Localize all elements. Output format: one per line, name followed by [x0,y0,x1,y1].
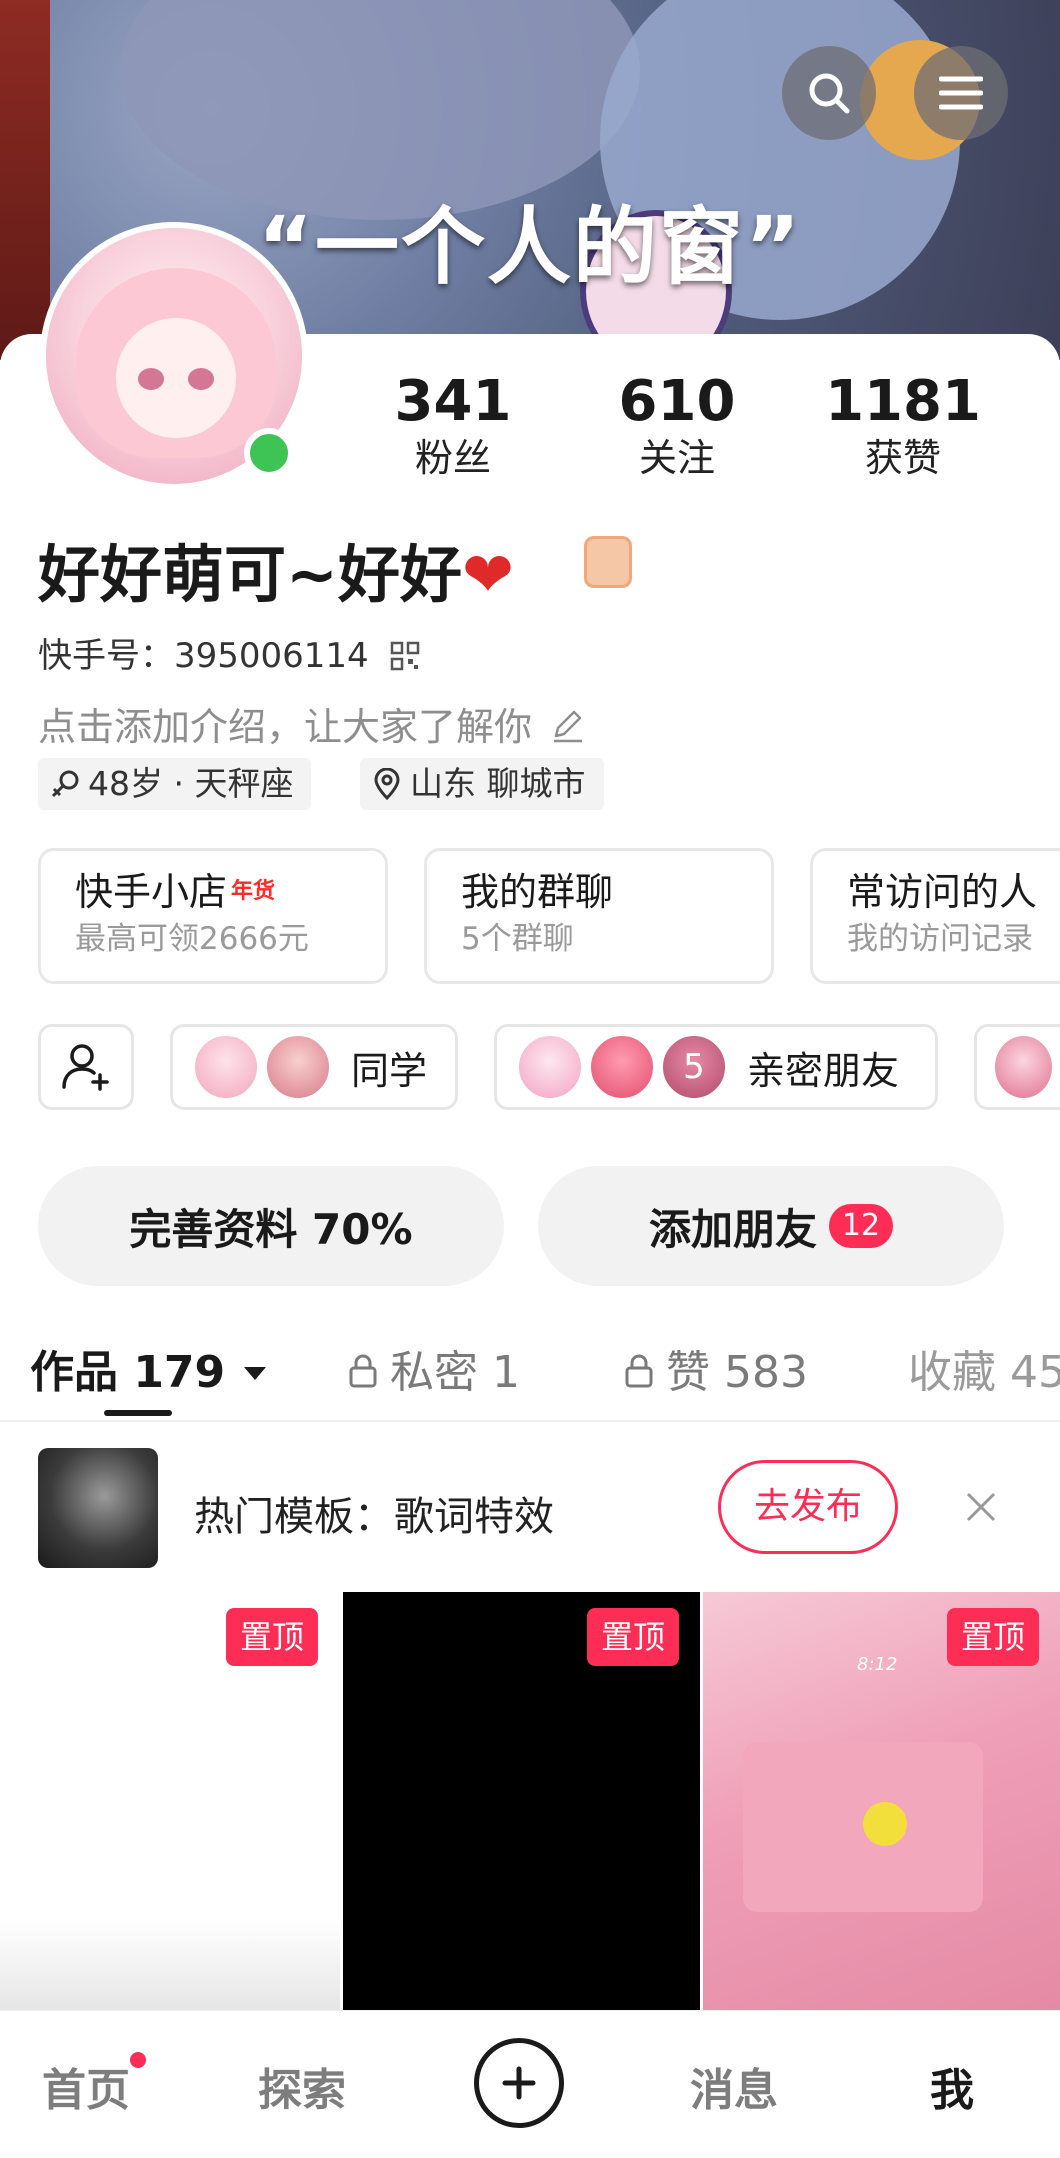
friend-count-avatar: 5 [661,1034,727,1100]
friend-group-label: 同学 [351,1048,428,1093]
nickname[interactable]: 好好萌可~好好❤ [38,524,514,614]
tab-works[interactable]: 作品 179 [30,1336,269,1400]
tab-liked[interactable]: 赞 583 [624,1336,808,1400]
location-pin-icon [374,768,400,800]
followers-count: 341 [394,369,512,434]
tab-liked-label: 赞 583 [666,1347,808,1398]
age-tag-text: 48岁 · 天秤座 [88,764,294,803]
publish-button[interactable]: 去发布 [718,1460,898,1554]
following-stat[interactable]: 610 关注 [582,370,772,482]
friend-group-more[interactable] [974,1024,1060,1110]
group-chat-card[interactable]: 我的群聊 5个群聊 [424,848,774,984]
video-thumbnail[interactable]: 置顶 [0,1592,340,2010]
video-timestamp: 8:12 [857,1654,898,1675]
tab-private-label: 私密 1 [390,1347,520,1398]
avatar [517,1034,583,1100]
medal-badge-icon[interactable] [584,536,632,588]
complete-profile-button[interactable]: 完善资料 70% [38,1166,504,1286]
edit-icon [554,710,583,743]
video-thumbnail[interactable]: 置顶 [343,1592,700,2010]
pinned-badge: 置顶 [587,1608,680,1666]
promo-text: 热门模板：歌词特效 [194,1494,554,1540]
tab-favorites-label: 收藏 45 [908,1347,1060,1398]
complete-profile-label: 完善资料 70% [129,1204,413,1254]
plus-icon [502,2066,536,2100]
bio-text: 点击添加介绍，让大家了解你 [38,705,533,749]
menu-button[interactable] [914,46,1008,140]
heart-icon: ❤ [461,538,514,611]
menu-icon [939,76,983,110]
search-icon [809,73,850,114]
followers-label: 粉丝 [414,436,491,480]
divider [0,1420,1060,1422]
game-character-decoration [863,1802,907,1846]
qr-code-icon [390,641,419,671]
create-button[interactable] [474,2038,564,2128]
following-label: 关注 [638,436,715,480]
lock-icon [625,1354,653,1388]
template-thumbnail[interactable] [38,1448,158,1568]
tab-private[interactable]: 私密 1 [348,1336,520,1400]
avatar-decoration [116,318,236,438]
active-tab-indicator [104,1410,172,1416]
avatar-decoration [188,368,214,390]
close-icon[interactable] [964,1490,998,1524]
friend-group-close-friends[interactable]: 5 亲密朋友 [494,1024,938,1110]
shop-badge: 年货 [231,879,276,904]
avatar [589,1034,655,1100]
likes-count: 1181 [825,369,981,434]
lock-icon [349,1354,377,1388]
pinned-badge: 置顶 [947,1608,1040,1666]
notification-dot [130,2052,146,2068]
frequent-visitors-subtitle: 我的访问记录 [847,921,1033,957]
group-chat-subtitle: 5个群聊 [461,921,574,957]
nickname-text: 好好萌可~好好 [38,538,462,611]
kuaishou-id[interactable]: 快手号：395006114 [38,628,420,677]
kuaishou-id-text: 快手号：395006114 [38,636,369,676]
nav-messages[interactable]: 消息 [690,2054,778,2118]
following-count: 610 [618,369,736,434]
add-friend-button[interactable] [38,1024,134,1110]
friend-group-classmates[interactable]: 同学 [170,1024,458,1110]
location-tag-text: 山东 聊城市 [410,764,586,803]
bio-placeholder[interactable]: 点击添加介绍，让大家了解你 [38,696,586,751]
online-status-dot [244,428,294,478]
nav-home[interactable]: 首页 [42,2054,130,2118]
age-tag[interactable]: 48岁 · 天秤座 [38,758,312,810]
tab-favorites[interactable]: 收藏 45 [908,1336,1060,1400]
shop-subtitle: 最高可领2666元 [75,921,309,957]
likes-label: 获赞 [864,436,941,480]
location-tag[interactable]: 山东 聊城市 [360,758,604,810]
add-user-icon [62,1044,109,1091]
group-chat-title: 我的群聊 [461,870,614,914]
avatar [265,1034,331,1100]
nav-explore[interactable]: 探索 [258,2054,346,2118]
frequent-visitors-card[interactable]: 常访问的人 我的访问记录 [810,848,1060,984]
video-thumbnail[interactable]: 8:12 置顶 [703,1592,1060,2010]
add-friends-button[interactable]: 添加朋友 12 [538,1166,1004,1286]
pinned-badge: 置顶 [226,1608,319,1666]
avatar [193,1034,259,1100]
avatar [993,1034,1054,1100]
kuaishou-shop-card[interactable]: 快手小店 年货 最高可领2666元 [38,848,388,984]
followers-stat[interactable]: 341 粉丝 [358,370,548,482]
gender-icon [51,770,79,798]
likes-stat[interactable]: 1181 获赞 [808,370,998,482]
shop-title: 快手小店 [75,870,228,914]
avatar-decoration [138,368,164,390]
tab-works-label: 作品 179 [30,1347,226,1398]
frequent-visitors-title: 常访问的人 [847,870,1038,914]
add-friends-count-badge: 12 [829,1204,893,1248]
caret-down-icon [243,1367,266,1380]
friend-group-label: 亲密朋友 [747,1048,900,1093]
nav-me[interactable]: 我 [930,2054,974,2118]
add-friends-label: 添加朋友 [648,1204,817,1254]
search-button[interactable] [782,46,876,140]
